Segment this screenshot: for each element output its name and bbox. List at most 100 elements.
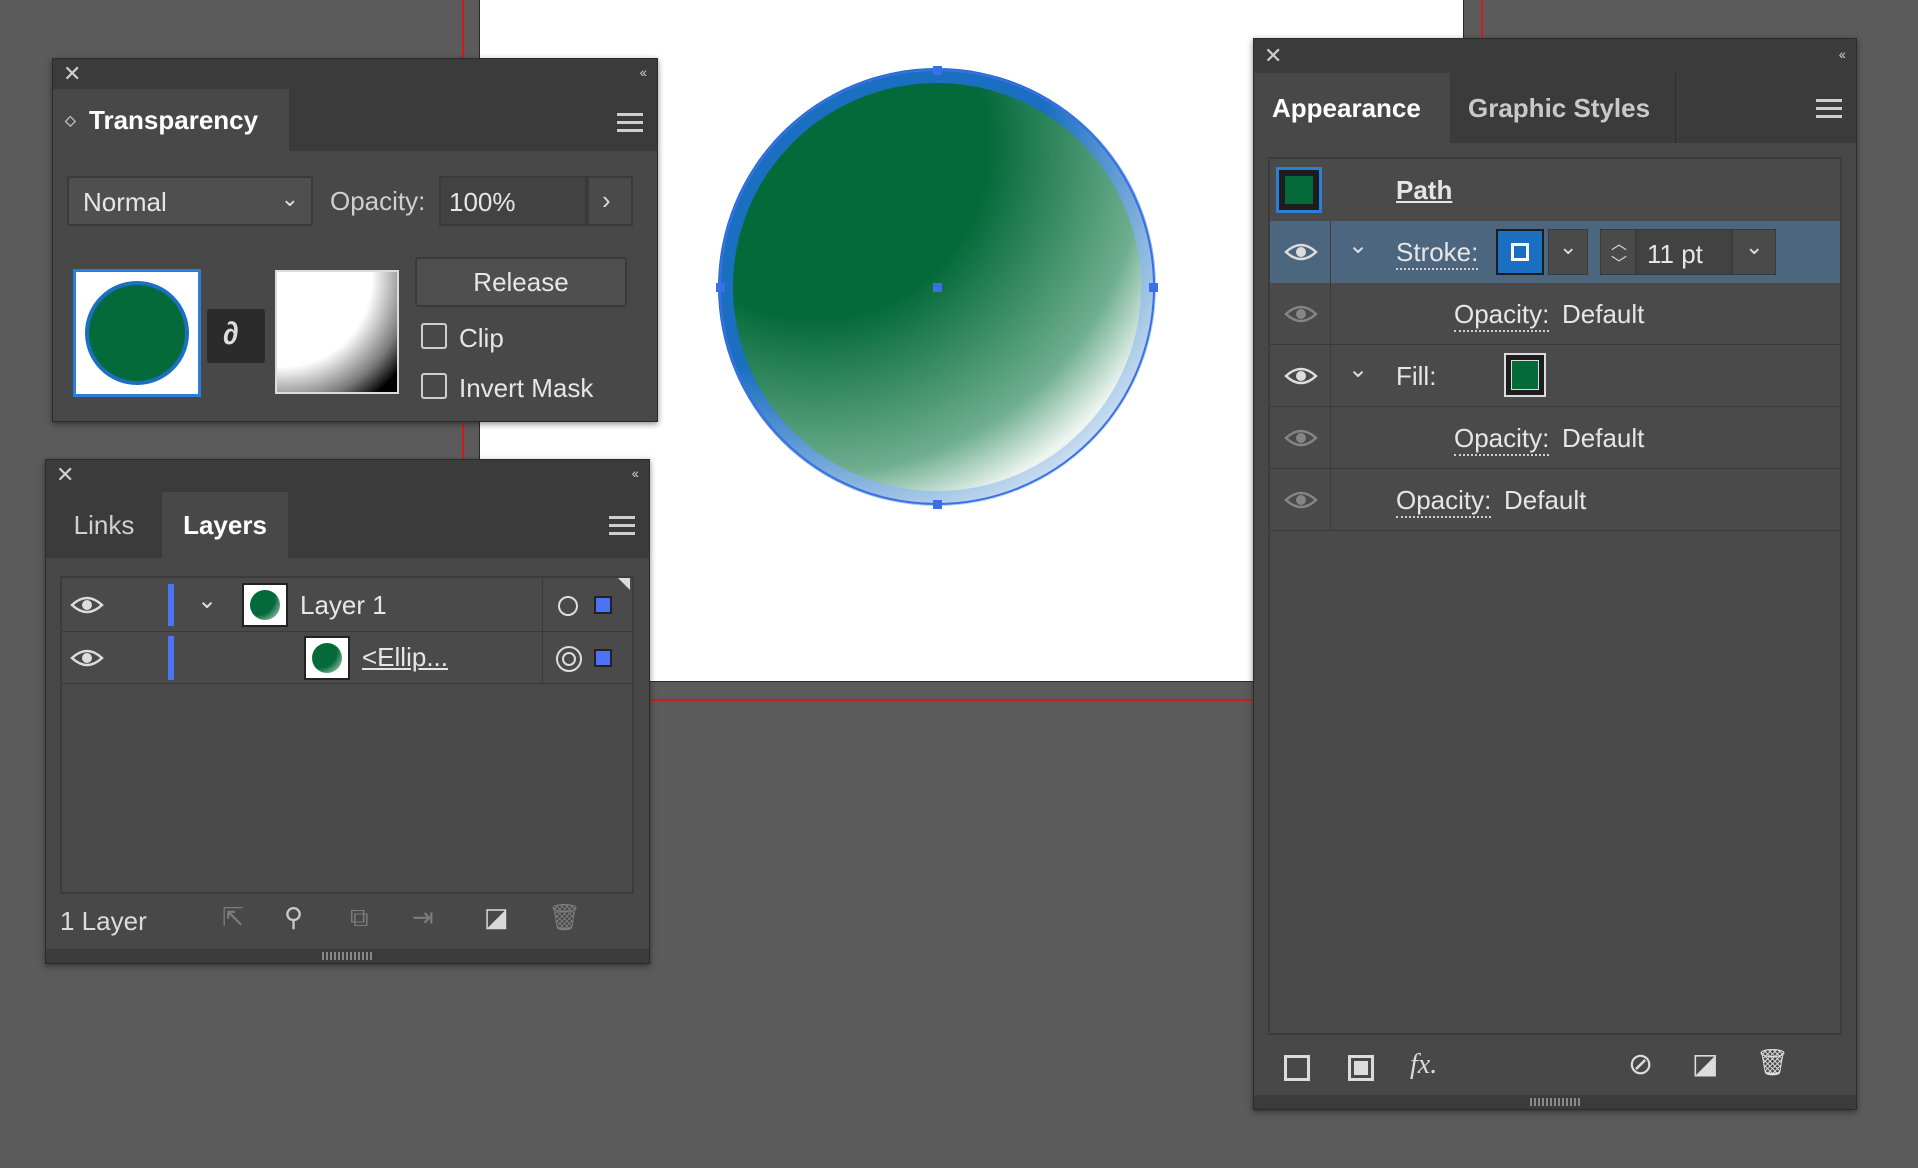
layers-footer-icons: ⇱ ⚲ ⧉ ⇥ ◪ 🗑 xyxy=(222,902,642,942)
layers-tabbar: Links Layers xyxy=(46,492,649,558)
tab-label: Transparency xyxy=(89,105,259,135)
panel-titlebar[interactable]: ✕ ‹‹ xyxy=(53,59,657,89)
collect-export-icon[interactable]: ⇱ xyxy=(222,902,244,933)
stroke-swatch[interactable] xyxy=(1496,229,1544,275)
chevron-down-icon[interactable]: ⌄ xyxy=(1348,231,1368,260)
stroke-weight-input[interactable]: 11 pt xyxy=(1636,229,1732,275)
artwork-thumbnail[interactable] xyxy=(73,269,201,397)
chevron-down-icon[interactable]: ⌄ xyxy=(197,586,217,615)
panel-titlebar[interactable]: ✕ ‹‹ xyxy=(46,460,649,492)
path-swatch xyxy=(1276,167,1322,213)
close-icon[interactable]: ✕ xyxy=(63,63,81,85)
tab-label: Layers xyxy=(183,510,267,540)
create-sublayer-icon[interactable]: ⇥ xyxy=(412,902,434,933)
fill-label[interactable]: Fill: xyxy=(1396,361,1436,392)
collapse-icon[interactable]: ‹‹ xyxy=(640,64,647,80)
add-new-stroke-icon[interactable] xyxy=(1284,1055,1310,1081)
link-mask-button[interactable]: ∂ xyxy=(207,309,265,363)
opacity-input[interactable]: 100% xyxy=(439,176,587,226)
chevron-down-icon: ⌄ xyxy=(280,186,299,211)
fill-row[interactable]: ⌄ Fill: xyxy=(1270,345,1840,407)
tab-label: Links xyxy=(73,510,135,540)
mask-thumbnail[interactable] xyxy=(275,270,399,394)
collapse-icon[interactable]: ‹‹ xyxy=(1839,46,1846,62)
stroke-label[interactable]: Stroke: xyxy=(1396,237,1479,270)
stroke-weight-dropdown[interactable]: ⌄ xyxy=(1732,229,1776,275)
trash-icon[interactable]: 🗑 xyxy=(1756,1047,1789,1078)
resize-grip[interactable] xyxy=(1254,1095,1856,1109)
path-label[interactable]: Path xyxy=(1396,175,1452,206)
clip-checkbox[interactable] xyxy=(421,323,447,349)
tab-links[interactable]: Links xyxy=(46,492,162,558)
panel-menu-icon[interactable] xyxy=(609,516,635,535)
opacity-link[interactable]: Opacity: xyxy=(1396,485,1492,518)
search-icon[interactable]: ⚲ xyxy=(284,902,303,933)
opacity-value: Default xyxy=(1562,423,1645,453)
fill-opacity-row[interactable]: Opacity: Default xyxy=(1270,407,1840,469)
chevron-right-icon: › xyxy=(602,185,611,215)
release-button[interactable]: Release xyxy=(415,257,627,307)
corner-triangle-icon xyxy=(618,578,630,590)
sort-icon: ◇ xyxy=(65,112,76,128)
layer-row[interactable]: ⌄ Layer 1 xyxy=(62,578,632,632)
selection-square-icon[interactable] xyxy=(594,596,612,614)
selection-square-icon[interactable] xyxy=(594,649,612,667)
layer-name[interactable]: Layer 1 xyxy=(300,590,387,621)
tab-graphic-styles[interactable]: Graphic Styles xyxy=(1450,73,1676,143)
layer-color-bar xyxy=(168,584,174,626)
tab-appearance[interactable]: Appearance xyxy=(1254,73,1450,143)
fill-swatch[interactable] xyxy=(1504,353,1546,397)
invert-mask-checkbox[interactable] xyxy=(421,373,447,399)
anchor-right[interactable] xyxy=(1149,283,1158,292)
object-opacity-row[interactable]: Opacity: Default xyxy=(1270,469,1840,531)
stroke-opacity-row[interactable]: Opacity: Default xyxy=(1270,283,1840,345)
appearance-tabbar: Appearance Graphic Styles xyxy=(1254,73,1856,143)
blend-mode-value: Normal xyxy=(83,187,167,217)
anchor-left[interactable] xyxy=(716,283,725,292)
stroke-row[interactable]: ⌄ Stroke: ⌄ ︿ ﹀ 11 pt ⌄ xyxy=(1270,221,1840,283)
tab-transparency[interactable]: ◇ Transparency xyxy=(53,89,289,151)
opacity-link[interactable]: Opacity: xyxy=(1454,423,1550,456)
eye-icon[interactable] xyxy=(1284,428,1318,448)
stroke-color-dropdown[interactable]: ⌄ xyxy=(1548,229,1588,275)
stroke-weight-stepper[interactable]: ︿ ﹀ xyxy=(1600,229,1636,275)
panel-menu-icon[interactable] xyxy=(1816,99,1842,118)
target-double-circle-icon[interactable] xyxy=(556,646,582,672)
object-name[interactable]: <Ellip... xyxy=(362,642,448,673)
ellipse-artwork[interactable] xyxy=(700,50,1180,520)
target-circle-icon[interactable] xyxy=(558,596,578,616)
trash-icon[interactable]: 🗑 xyxy=(548,902,581,933)
blend-mode-dropdown[interactable]: Normal ⌄ xyxy=(67,176,313,226)
fx-icon[interactable]: fx. xyxy=(1410,1049,1437,1081)
layers-list[interactable]: ⌄ Layer 1 <Ellip... xyxy=(60,576,634,894)
eye-icon[interactable] xyxy=(70,595,104,615)
close-icon[interactable]: ✕ xyxy=(56,464,74,486)
chevron-down-icon[interactable]: ⌄ xyxy=(1348,355,1368,384)
eye-icon[interactable] xyxy=(70,648,104,668)
clear-appearance-icon[interactable]: ⊘ xyxy=(1628,1047,1653,1082)
eye-icon[interactable] xyxy=(1284,490,1318,510)
opacity-link[interactable]: Opacity: xyxy=(1454,299,1550,332)
collapse-icon[interactable]: ‹‹ xyxy=(632,465,639,481)
close-icon[interactable]: ✕ xyxy=(1264,45,1282,67)
eye-icon[interactable] xyxy=(1284,242,1318,262)
anchor-bottom[interactable] xyxy=(933,500,942,509)
anchor-top[interactable] xyxy=(933,66,942,75)
make-clipping-mask-icon[interactable]: ⧉ xyxy=(350,902,369,934)
center-point[interactable] xyxy=(933,283,942,292)
path-row[interactable]: Path xyxy=(1270,159,1840,221)
panel-menu-icon[interactable] xyxy=(617,113,643,132)
new-layer-icon[interactable]: ◪ xyxy=(484,902,509,933)
resize-grip[interactable] xyxy=(46,949,649,963)
eye-icon[interactable] xyxy=(1284,304,1318,324)
invert-mask-label: Invert Mask xyxy=(459,373,594,403)
panel-titlebar[interactable]: ✕ ‹‹ xyxy=(1254,39,1856,73)
eye-icon[interactable] xyxy=(1284,366,1318,386)
layers-panel: ✕ ‹‹ Links Layers ⌄ Layer 1 <Ellip... 1 … xyxy=(45,459,650,964)
add-new-fill-icon[interactable] xyxy=(1348,1055,1374,1081)
opacity-slider-button[interactable]: › xyxy=(587,176,633,226)
duplicate-item-icon[interactable]: ◪ xyxy=(1692,1047,1718,1080)
chevron-down-icon[interactable]: ﹀ xyxy=(1611,250,1627,274)
tab-layers[interactable]: Layers xyxy=(162,492,288,558)
layer-row[interactable]: <Ellip... xyxy=(62,632,632,684)
